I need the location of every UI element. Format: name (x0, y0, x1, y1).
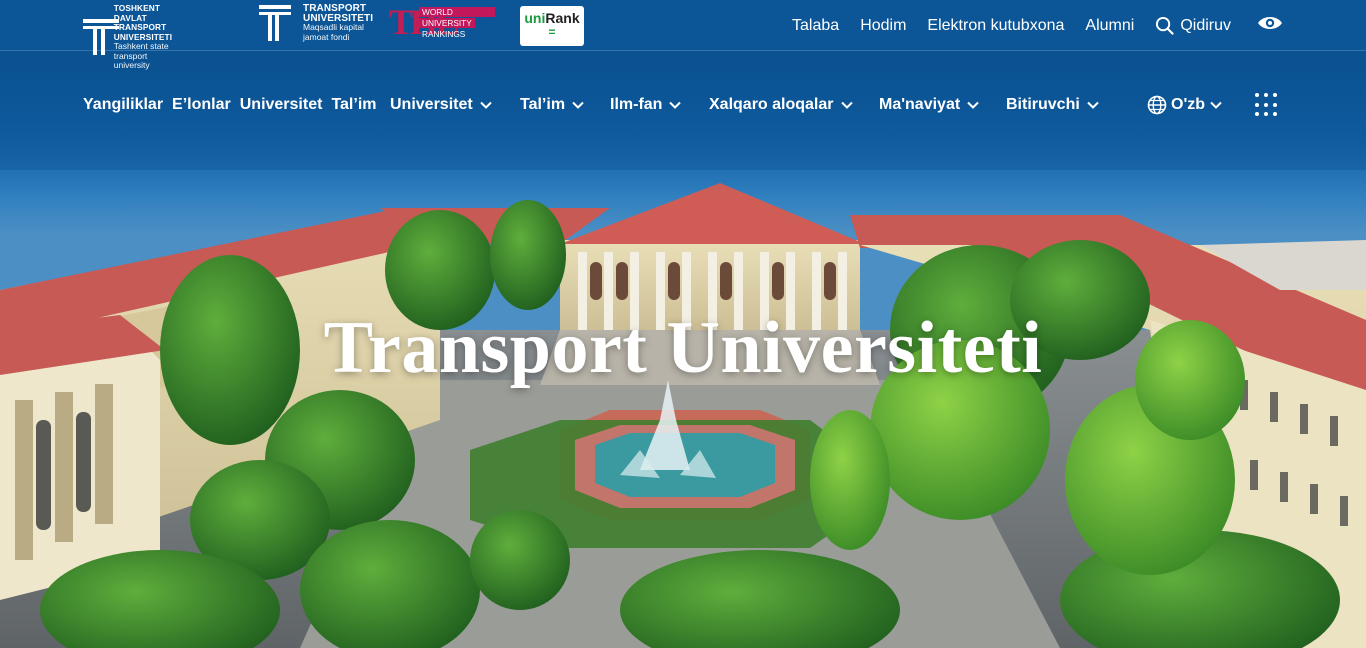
nav-dropdown-international[interactable]: Xalqaro aloqalar (709, 96, 854, 114)
nav-dropdown-label: Universitet (390, 96, 473, 113)
chevron-down-icon (840, 101, 853, 109)
alumni-link[interactable]: Alumni (1085, 17, 1134, 35)
unirank-logo[interactable]: uniRank = (520, 6, 584, 46)
tdtu-emblem-icon (83, 19, 119, 56)
chevron-down-icon (967, 101, 979, 109)
student-link[interactable]: Talaba (792, 17, 839, 35)
fund-emblem-icon (259, 5, 295, 41)
search-label: Qidiruv (1180, 16, 1231, 34)
the-rankings-logo[interactable]: THE WORLD UNIVERSITY RANKINGS (389, 2, 497, 42)
unirank-mark: = (548, 25, 556, 39)
nav-dropdown-university[interactable]: Universitet (390, 96, 493, 114)
nav-dropdown-graduate[interactable]: Bitiruvchi (1006, 96, 1100, 114)
library-link[interactable]: Elektron kutubxona (927, 17, 1064, 35)
the-logo-text: WORLD UNIVERSITY RANKINGS (419, 7, 495, 40)
fund-logo-text: TRANSPORT UNIVERSITETI Maqsadli kapital … (303, 3, 374, 42)
nav-news[interactable]: Yangiliklar (83, 96, 163, 114)
chevron-down-icon (669, 101, 682, 109)
nav-dropdown-science[interactable]: Ilm-fan (610, 96, 682, 114)
nav-dropdown-label: Ma'naviyat (879, 96, 961, 113)
endowment-fund-logo[interactable]: TRANSPORT UNIVERSITETI Maqsadli kapital … (259, 4, 373, 42)
chevron-down-icon (1087, 101, 1099, 109)
nav-dropdown-education[interactable]: Tal’im (520, 96, 585, 114)
accessibility-button[interactable] (1257, 15, 1283, 36)
tdtu-logo[interactable]: TOSHKENT DAVLAT TRANSPORT UNIVERSITETI T… (83, 3, 185, 71)
unirank-text: uniRank (524, 10, 580, 26)
apps-menu-button[interactable] (1255, 93, 1279, 117)
top-links: Talaba Hodim Elektron kutubxona Alumni Q… (792, 0, 1283, 51)
nav-dropdown-label: Tal’im (520, 96, 566, 113)
globe-icon (1147, 95, 1167, 115)
nav-announcements[interactable]: E’lonlar (172, 96, 231, 114)
nav-university-link[interactable]: Universitet (240, 96, 323, 114)
hero-title: Transport Universiteti (323, 307, 1043, 389)
nav-dropdown-label: Xalqaro aloqalar (709, 96, 834, 113)
nav-dropdown-label: Ilm-fan (610, 96, 663, 113)
tdtu-logo-text: TOSHKENT DAVLAT TRANSPORT UNIVERSITETI T… (113, 3, 173, 70)
chevron-down-icon (479, 101, 492, 109)
grid-dots-icon (1255, 93, 1259, 97)
main-navigation: Yangiliklar E’lonlar Universitet Tal’im … (83, 92, 1283, 118)
search-icon (1156, 16, 1174, 35)
language-label: O'zb (1171, 96, 1206, 113)
top-bar: TOSHKENT DAVLAT TRANSPORT UNIVERSITETI T… (0, 0, 1366, 70)
eye-icon (1258, 17, 1282, 29)
chevron-down-icon (1210, 101, 1222, 109)
staff-link[interactable]: Hodim (860, 17, 906, 35)
search-button[interactable]: Qidiruv (1155, 16, 1231, 35)
nav-dropdown-label: Bitiruvchi (1006, 96, 1080, 113)
nav-education-link[interactable]: Tal’im (331, 96, 376, 114)
language-selector[interactable]: O'zb (1147, 95, 1223, 115)
chevron-down-icon (572, 101, 584, 109)
nav-dropdown-spirituality[interactable]: Ma'naviyat (879, 96, 980, 114)
